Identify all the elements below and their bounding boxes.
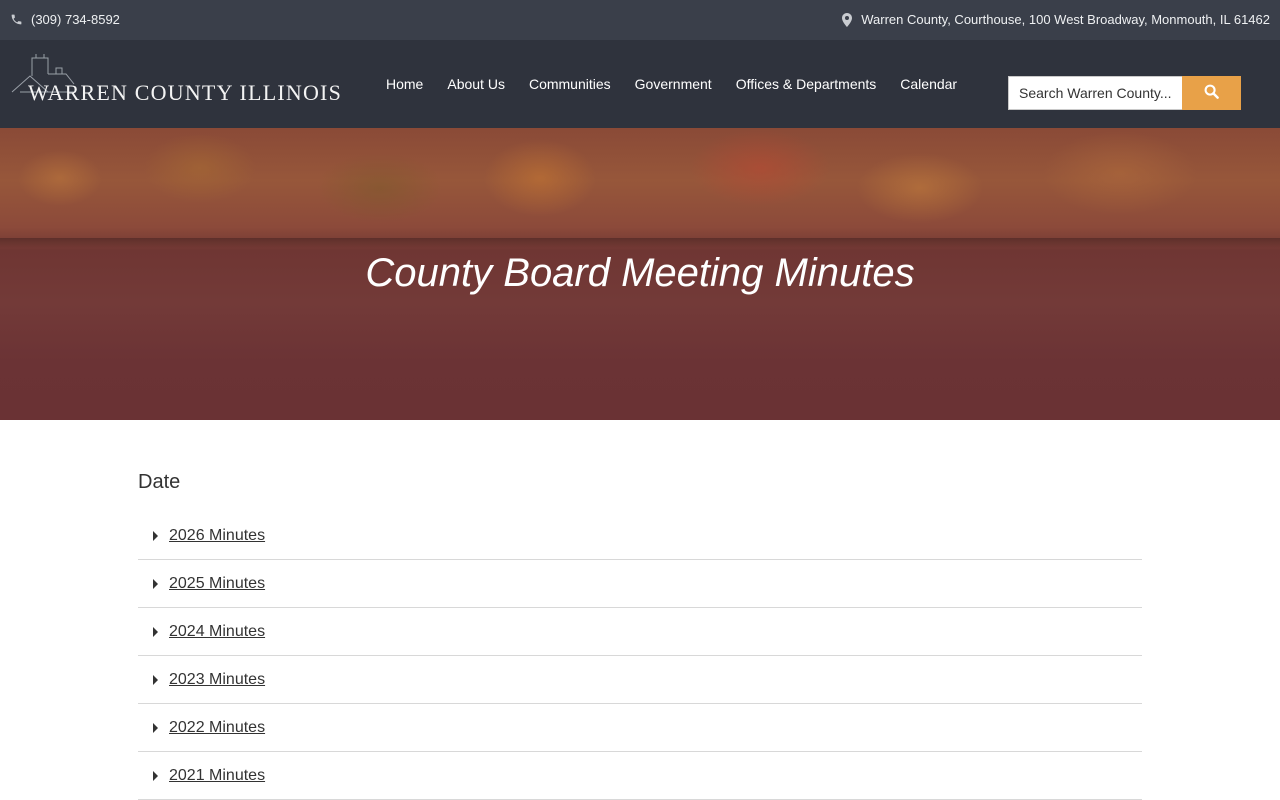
caret-right-icon <box>153 627 158 637</box>
accordion-item-2024[interactable]: 2024 Minutes <box>138 608 1142 656</box>
accordion-link-2024[interactable]: 2024 Minutes <box>169 623 265 641</box>
nav-calendar[interactable]: Calendar <box>888 76 969 92</box>
caret-right-icon <box>153 675 158 685</box>
hero-background <box>0 128 1280 248</box>
search-button[interactable] <box>1182 76 1241 110</box>
nav-offices-departments[interactable]: Offices & Departments <box>724 76 889 92</box>
nav-home[interactable]: Home <box>374 76 435 92</box>
nav-communities[interactable]: Communities <box>517 76 623 92</box>
site-logo[interactable]: WARREN COUNTY ILLINOIS <box>10 54 341 110</box>
accordion-item-2022[interactable]: 2022 Minutes <box>138 704 1142 752</box>
main-nav: Home About Us Communities Government Off… <box>374 40 969 128</box>
phone-contact[interactable]: (309) 734-8592 <box>10 12 120 27</box>
nav-about-us[interactable]: About Us <box>435 76 517 92</box>
nav-government[interactable]: Government <box>623 76 724 92</box>
accordion-link-2023[interactable]: 2023 Minutes <box>169 671 265 689</box>
accordion-item-2023[interactable]: 2023 Minutes <box>138 656 1142 704</box>
caret-right-icon <box>153 531 158 541</box>
phone-number: (309) 734-8592 <box>31 12 120 27</box>
main-header: WARREN COUNTY ILLINOIS Home About Us Com… <box>0 40 1280 128</box>
search-icon <box>1204 84 1219 102</box>
page-title: County Board Meeting Minutes <box>365 251 915 295</box>
accordion-link-2025[interactable]: 2025 Minutes <box>169 575 265 593</box>
address-contact[interactable]: Warren County, Courthouse, 100 West Broa… <box>842 12 1270 27</box>
hero-banner: County Board Meeting Minutes <box>0 128 1280 420</box>
address-text: Warren County, Courthouse, 100 West Broa… <box>861 12 1270 27</box>
caret-right-icon <box>153 723 158 733</box>
hero-shoreline <box>0 238 1280 248</box>
caret-right-icon <box>153 771 158 781</box>
minutes-accordion: 2026 Minutes 2025 Minutes 2024 Minutes 2… <box>138 512 1142 800</box>
logo-text: WARREN COUNTY ILLINOIS <box>28 80 343 105</box>
phone-icon <box>10 13 23 26</box>
search-input[interactable] <box>1008 76 1182 110</box>
accordion-link-2021[interactable]: 2021 Minutes <box>169 767 265 785</box>
accordion-link-2026[interactable]: 2026 Minutes <box>169 527 265 545</box>
accordion-item-2026[interactable]: 2026 Minutes <box>138 512 1142 560</box>
caret-right-icon <box>153 579 158 589</box>
accordion-item-2021[interactable]: 2021 Minutes <box>138 752 1142 800</box>
accordion-item-2025[interactable]: 2025 Minutes <box>138 560 1142 608</box>
accordion-link-2022[interactable]: 2022 Minutes <box>169 719 265 737</box>
map-pin-icon <box>842 12 853 27</box>
top-info-bar: (309) 734-8592 Warren County, Courthouse… <box>0 0 1280 40</box>
search-form <box>1008 76 1241 110</box>
date-heading: Date <box>138 471 181 493</box>
